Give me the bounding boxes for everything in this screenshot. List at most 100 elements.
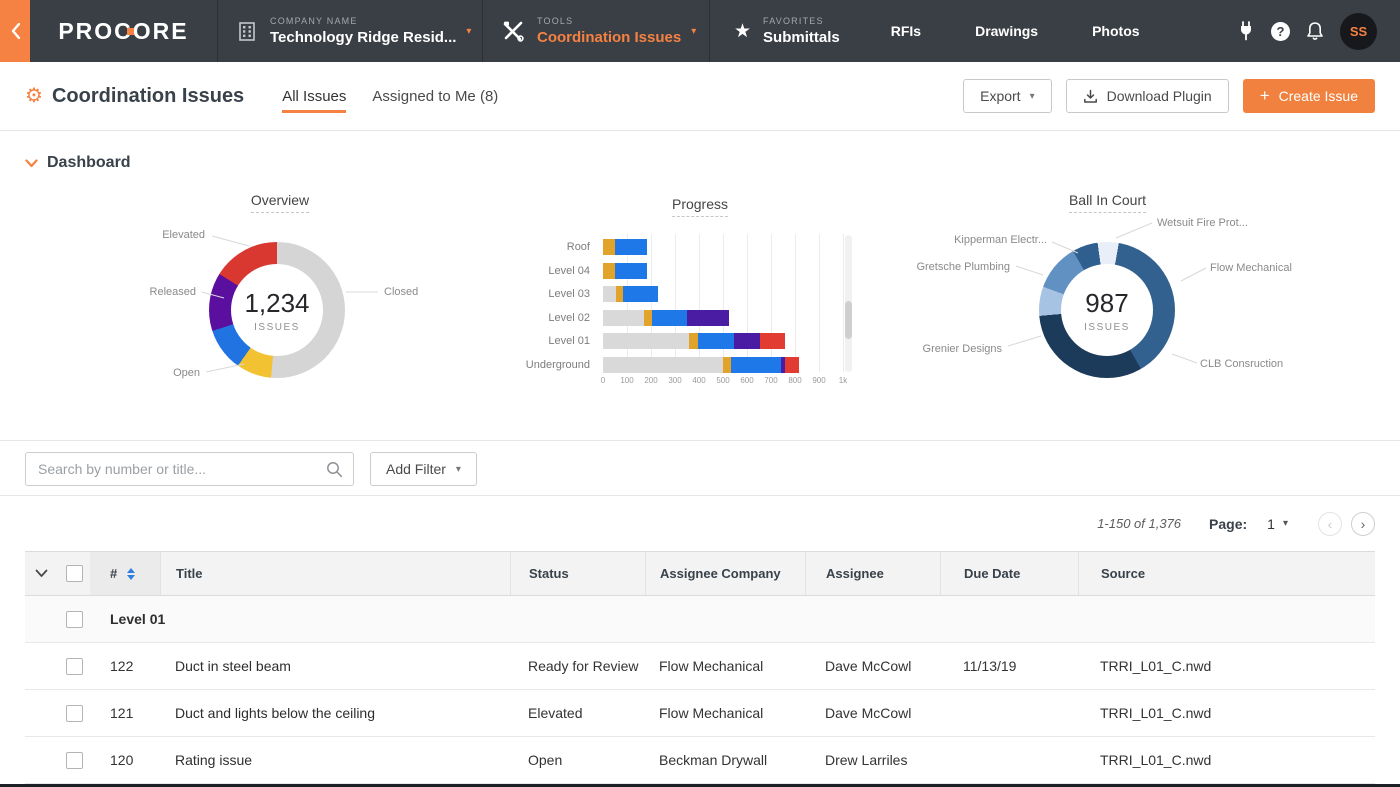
nav-link-photos[interactable]: Photos [1065,0,1166,62]
column-header-source[interactable]: Source [1078,552,1375,595]
nav-link-drawings[interactable]: Drawings [948,0,1065,62]
export-button-label: Export [980,88,1021,104]
overview-chart: Overview 1,234 ISSUES Elevated Released Op… [110,186,450,411]
export-caret-icon: ▾ [1029,90,1035,102]
filter-row: Add Filter ▾ [0,441,1400,496]
table-row[interactable]: 120 Rating issue Open Beckman Drywall Drew L… [25,737,1375,784]
procore-logo[interactable]: PROCORE [30,0,218,62]
prev-page-button[interactable]: ‹ [1318,511,1342,536]
sort-arrows-icon[interactable] [127,567,136,580]
donut-segment-label: Released [149,286,196,298]
donut-segment-label: Wetsuit Fire Prot... [1157,217,1248,229]
stacked-bar[interactable] [603,357,799,373]
plus-icon: + [1259,86,1270,105]
bar-segment-purple [686,310,729,326]
cell-title: Rating issue [175,752,253,768]
table-row[interactable]: 122 Duct in steel beam Ready for Review Flo… [25,643,1375,690]
cell-title: Duct in steel beam [175,658,291,674]
group-row-level-01: Level 01 [25,596,1375,643]
nav-link-rfis[interactable]: RFIs [864,0,948,62]
plugin-icon[interactable] [1236,20,1256,42]
bar-segment-blue [623,286,659,302]
star-icon: ★ [734,20,752,42]
cell-assignee: Dave McCowl [825,658,912,674]
column-header-due-date[interactable]: Due Date [940,552,1078,595]
donut-segment-label: Grenier Designs [922,343,1002,355]
cell-status: Open [528,752,563,768]
cell-source: TRRI_L01_C.nwd [1100,658,1212,674]
user-avatar[interactable]: SS [1340,12,1377,50]
tools-picker[interactable]: TOOLS Coordination Issues ▾ [483,0,710,62]
column-header-assignee-company[interactable]: Assignee Company [645,552,805,595]
download-plugin-button[interactable]: Download Plugin [1065,79,1229,113]
column-header-status[interactable]: Status [510,552,645,595]
page-header: ⚙ Coordination Issues All Issues Assigne… [0,62,1400,131]
dashboard-section: Dashboard Overview 1,234 ISSUES Elevated… [0,131,1400,441]
x-axis-tick-label: 100 [620,376,634,385]
group-checkbox[interactable] [65,610,83,628]
group-label: Level 01 [110,611,166,627]
stacked-bar[interactable] [603,263,648,279]
bar-segment-gray [603,286,617,302]
x-axis-tick-label: 600 [740,376,754,385]
stacked-bar[interactable] [603,310,729,326]
cell-company: Flow Mechanical [659,658,764,674]
collapse-all-chevron[interactable] [35,566,48,581]
search-icon [327,461,343,477]
gridline [771,234,772,372]
cell-status: Elevated [528,705,583,721]
pagination-range: 1-150 of 1,376 [1097,516,1182,531]
bell-icon[interactable] [1305,20,1325,42]
column-header-number[interactable]: # [90,552,160,595]
row-checkbox[interactable] [65,704,83,722]
gridline [699,234,700,372]
company-picker[interactable]: COMPANY NAME Technology Ridge Resid... ▾ [218,0,483,62]
dashboard-toggle[interactable]: Dashboard [25,154,131,172]
cell-due: 11/13/19 [963,658,1017,674]
bar-segment-red [760,333,786,349]
donut-segment-label: CLB Consruction [1200,358,1284,370]
x-axis-tick-label: 0 [600,376,606,385]
cell-company: Flow Mechanical [659,705,764,721]
chart-scrollbar-thumb[interactable] [845,301,852,339]
cell-num: 120 [110,752,134,768]
table-header-row: # Title Status Assignee Company Assignee… [25,551,1375,596]
stacked-bar[interactable] [603,286,659,302]
row-checkbox[interactable] [65,657,83,675]
search-input[interactable] [38,461,326,477]
cell-num: 122 [110,658,134,674]
download-plugin-label: Download Plugin [1106,88,1212,104]
tab-assigned-to-me[interactable]: Assigned to Me (8) [372,79,498,113]
bar-segment-red [785,357,799,373]
gear-icon[interactable]: ⚙ [25,86,43,106]
table-row[interactable]: 121 Duct and lights below the ceiling Elev… [25,690,1375,737]
bar-segment-gray [603,310,644,326]
export-button[interactable]: Export ▾ [963,79,1052,113]
stacked-bar[interactable] [603,333,786,349]
column-header-assignee[interactable]: Assignee [805,552,940,595]
issues-table: # Title Status Assignee Company Assignee… [25,551,1375,784]
bar-category-label: Level 01 [548,335,590,347]
add-filter-button[interactable]: Add Filter ▾ [370,452,477,486]
ball-in-court-chart: Ball In Court 987 ISSUES Wetsuit Fire Pr… [916,186,1375,411]
page-selector[interactable]: 1 ▾ [1267,516,1288,532]
tab-all-issues[interactable]: All Issues [282,79,347,113]
stacked-bar[interactable] [603,239,648,255]
nav-back-button[interactable] [0,0,30,62]
gridline [747,234,748,372]
gridline [843,234,844,372]
bar-segment-blue [615,239,648,255]
chart-scrollbar[interactable] [845,235,852,372]
create-issue-button[interactable]: + Create Issue [1242,79,1375,113]
row-checkbox[interactable] [65,751,83,769]
overview-chart-title: Overview [250,192,310,213]
help-icon[interactable]: ? [1271,21,1290,41]
ball-in-court-donut-center: 987 ISSUES [1061,264,1153,356]
next-page-button[interactable]: › [1351,511,1375,536]
progress-chart-title: Progress [671,196,729,217]
column-header-title[interactable]: Title [160,552,510,595]
select-all-checkbox[interactable] [65,565,83,582]
favorite-submittals[interactable]: ★ FAVORITES Submittals [710,0,864,62]
current-page-value: 1 [1267,515,1275,532]
x-axis-tick-label: 200 [644,376,658,385]
